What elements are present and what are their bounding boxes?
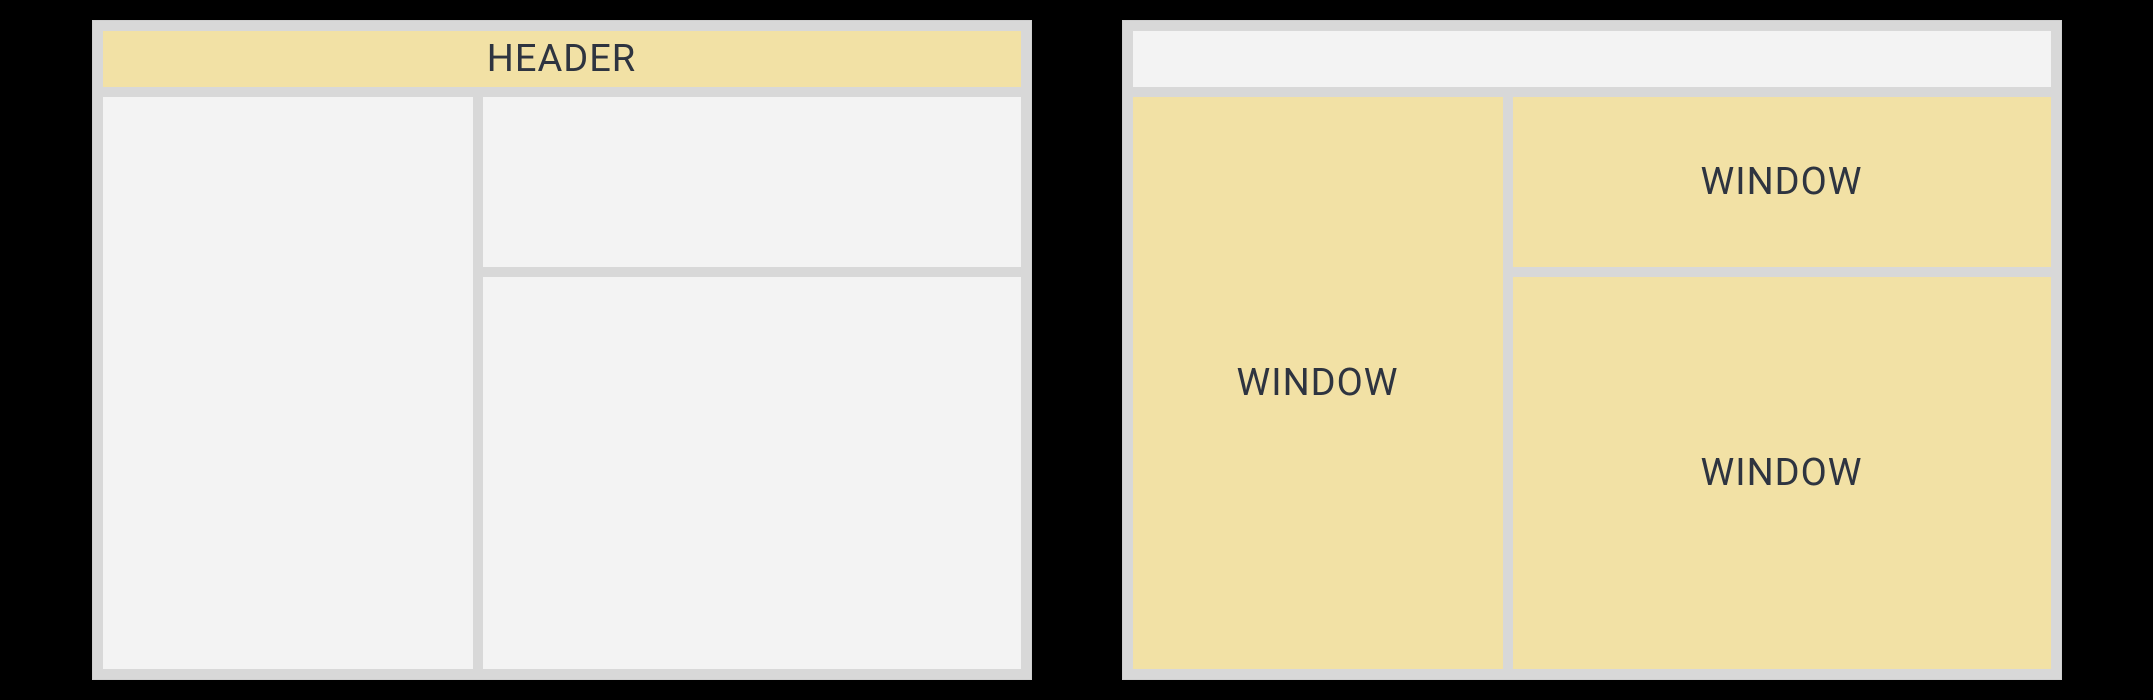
body-row <box>103 97 1021 669</box>
body-row: WINDOW WINDOW WINDOW <box>1133 97 2051 669</box>
layout-frame-header-highlight: HEADER <box>92 20 1032 680</box>
left-pane <box>103 97 473 669</box>
header-bar <box>1133 31 2051 87</box>
left-column <box>103 97 473 669</box>
top-right-pane: WINDOW <box>1513 97 2051 267</box>
header-bar: HEADER <box>103 31 1021 87</box>
layout-frame-windows-highlight: WINDOW WINDOW WINDOW <box>1122 20 2062 680</box>
left-pane: WINDOW <box>1133 97 1503 669</box>
top-right-pane <box>483 97 1021 267</box>
left-column: WINDOW <box>1133 97 1503 669</box>
bottom-right-pane <box>483 277 1021 669</box>
right-column: WINDOW WINDOW <box>1513 97 2051 669</box>
bottom-right-pane: WINDOW <box>1513 277 2051 669</box>
right-column <box>483 97 1021 669</box>
